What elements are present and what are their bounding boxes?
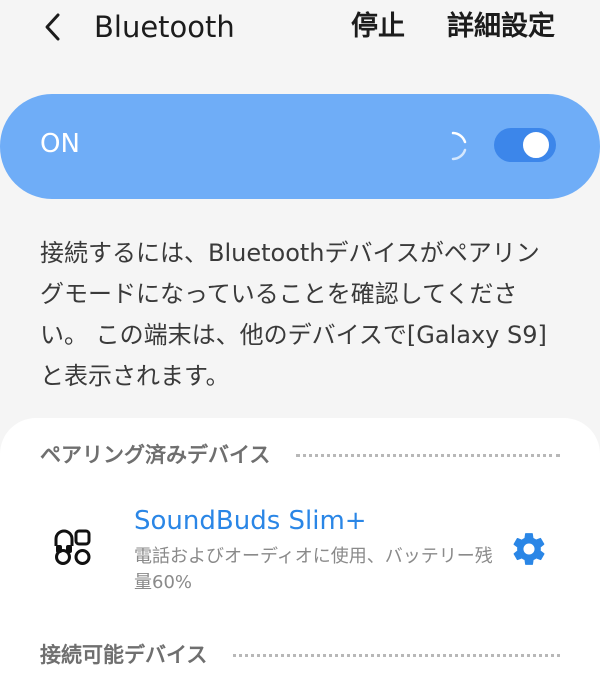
switch-state-label: ON — [40, 129, 80, 159]
paired-devices-header: ペアリング済みデバイス — [40, 440, 560, 470]
stop-button[interactable]: 停止 — [351, 10, 405, 44]
back-button[interactable] — [36, 10, 70, 44]
page-title: Bluetooth — [94, 10, 235, 44]
toggle-knob — [521, 130, 551, 160]
scanning-spinner-icon — [451, 131, 467, 161]
pairing-instructions: 接続するには、Bluetoothデバイスがペアリングモードになっていることを確認… — [40, 239, 547, 390]
available-devices-title: 接続可能デバイス — [40, 643, 208, 667]
chevron-left-icon — [45, 13, 60, 41]
bluetooth-toggle[interactable] — [494, 128, 556, 162]
device-name: SoundBuds Slim+ — [134, 506, 367, 536]
gear-icon[interactable] — [510, 530, 548, 568]
available-devices-header: 接続可能デバイス — [40, 640, 560, 670]
bluetooth-master-switch-bar[interactable]: ON — [0, 94, 600, 199]
paired-device-row[interactable]: SoundBuds Slim+ 電話およびオーディオに使用、バッテリー残量60% — [0, 502, 600, 602]
paired-devices-title: ペアリング済みデバイス — [40, 443, 271, 467]
headset-device-icon — [54, 529, 91, 565]
header: Bluetooth 停止 詳細設定 — [0, 0, 600, 58]
advanced-settings-button[interactable]: 詳細設定 — [447, 10, 555, 44]
devices-card: ペアリング済みデバイス SoundBuds Slim+ 電話およびオーディオに使… — [0, 418, 600, 690]
device-status: 電話およびオーディオに使用、バッテリー残量60% — [134, 546, 493, 593]
section-divider — [296, 453, 560, 457]
section-divider — [233, 653, 560, 657]
